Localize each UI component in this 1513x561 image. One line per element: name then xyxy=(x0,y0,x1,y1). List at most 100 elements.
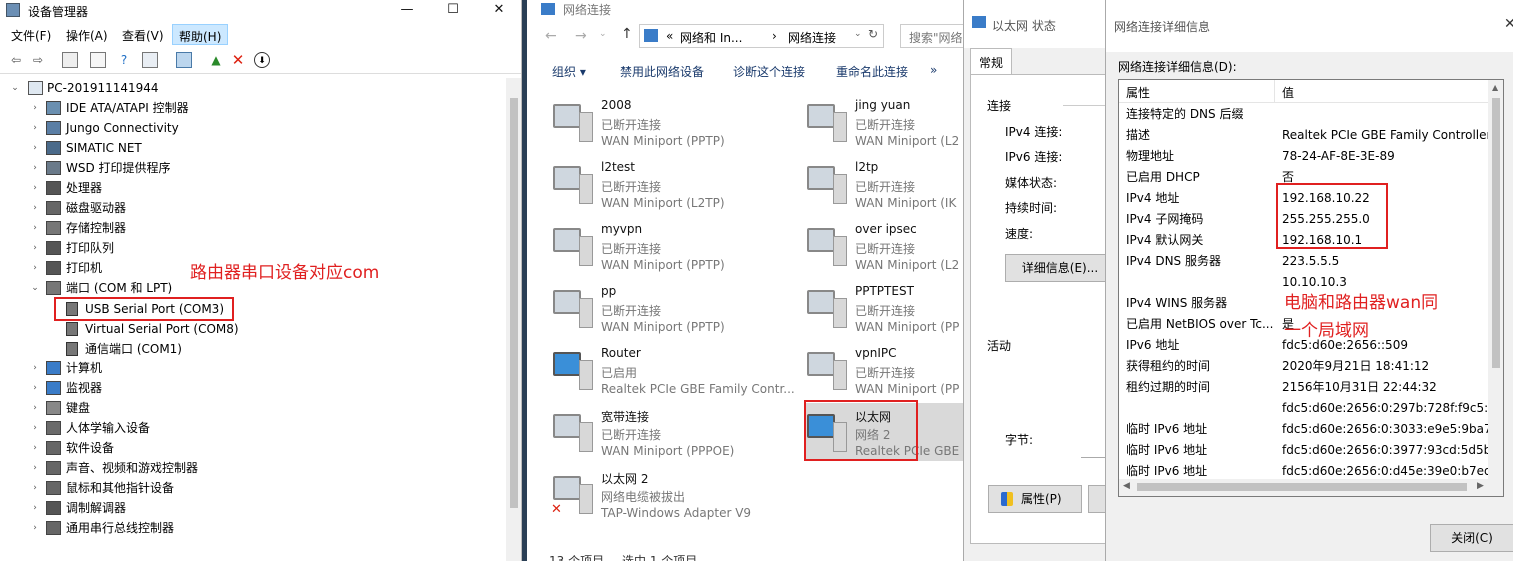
up-icon[interactable]: ↑ xyxy=(621,26,633,42)
tree-item-virtual-serial[interactable]: Virtual Serial Port (COM8) xyxy=(54,319,314,339)
breadcrumb-network-internet[interactable]: 网络和 In... xyxy=(680,29,742,46)
chevron-down-icon[interactable]: ⌄ xyxy=(10,78,20,98)
tree-category[interactable]: › WSD 打印提供程序 xyxy=(0,158,506,178)
scan-hardware-icon[interactable] xyxy=(176,52,192,68)
menu-file[interactable]: 文件(F) xyxy=(11,27,51,44)
tree-category[interactable]: › 鼠标和其他指针设备 xyxy=(0,478,506,498)
organize-button[interactable]: 组织 ▾ xyxy=(552,63,586,80)
chevron-right-icon[interactable]: › xyxy=(30,138,40,158)
chevron-right-icon[interactable]: › xyxy=(30,118,40,138)
chevron-right-icon[interactable]: › xyxy=(30,218,40,238)
tree-category[interactable]: › 声音、视频和游戏控制器 xyxy=(0,458,506,478)
view-icon[interactable] xyxy=(142,52,158,68)
network-connection-item[interactable]: pp 已断开连接 WAN Miniport (PPTP) xyxy=(551,282,801,342)
maximize-button[interactable]: ☐ xyxy=(430,0,476,22)
chevron-right-icon[interactable]: › xyxy=(30,258,40,278)
tree-category[interactable]: › 人体学输入设备 xyxy=(0,418,506,438)
column-header-value[interactable]: 值 xyxy=(1282,84,1294,101)
tab-general[interactable]: 常规 xyxy=(970,48,1012,74)
column-header-property[interactable]: 属性 xyxy=(1126,84,1150,101)
menu-view[interactable]: 查看(V) xyxy=(122,27,164,44)
scroll-up-icon[interactable]: ▲ xyxy=(1492,83,1498,92)
chevron-right-icon[interactable]: › xyxy=(30,98,40,118)
chevron-right-icon[interactable]: › xyxy=(30,498,40,518)
detail-row[interactable]: 获得租约的时间 2020年9月21日 18:41:12 xyxy=(1119,356,1489,377)
breadcrumb-network-connections[interactable]: 网络连接 xyxy=(788,29,836,46)
chevron-right-icon[interactable]: › xyxy=(30,178,40,198)
chevron-right-icon[interactable]: › xyxy=(30,158,40,178)
scrollbar-thumb[interactable] xyxy=(510,98,518,508)
detail-row[interactable]: 租约过期的时间 2156年10月31日 22:44:32 xyxy=(1119,377,1489,398)
detail-row[interactable]: 临时 IPv6 地址 fdc5:d60e:2656:0:3033:e9e5:9ba… xyxy=(1119,419,1503,440)
details-button[interactable]: 详细信息(E)... xyxy=(1005,254,1105,282)
network-connection-item[interactable]: l2test 已断开连接 WAN Miniport (L2TP) xyxy=(551,158,801,218)
close-button[interactable]: ✕ xyxy=(476,0,521,22)
column-divider[interactable] xyxy=(1274,80,1275,103)
close-button[interactable]: 关闭(C) xyxy=(1430,524,1513,552)
chevron-right-icon[interactable]: › xyxy=(30,398,40,418)
tree-root[interactable]: ⌄ PC-201911141944 xyxy=(0,78,506,98)
update-driver-icon[interactable]: ▲ xyxy=(208,52,224,68)
detail-row[interactable]: 物理地址 78-24-AF-8E-3E-89 xyxy=(1119,146,1489,167)
download-driver-icon[interactable]: ⬇ xyxy=(254,52,270,68)
chevron-down-icon[interactable]: ⌄ xyxy=(30,278,40,298)
properties-icon[interactable] xyxy=(62,52,78,68)
forward-icon[interactable]: → xyxy=(575,28,587,44)
network-connection-item[interactable]: jing yuan 已断开连接 WAN Miniport (L2 xyxy=(805,96,963,156)
tree-category[interactable]: › 存储控制器 xyxy=(0,218,506,238)
scroll-left-icon[interactable]: ◀ xyxy=(1123,481,1130,491)
chevron-right-icon[interactable]: › xyxy=(30,198,40,218)
network-connection-item[interactable]: 宽带连接 已断开连接 WAN Miniport (PPPOE) xyxy=(551,406,801,466)
network-connection-item[interactable]: PPTPTEST 已断开连接 WAN Miniport (PP xyxy=(805,282,963,342)
tree-category[interactable]: › 处理器 xyxy=(0,178,506,198)
tree-category[interactable]: › 打印队列 xyxy=(0,238,506,258)
detail-row[interactable]: 描述 Realtek PCIe GBE Family Controller xyxy=(1119,125,1491,146)
chevron-right-icon[interactable]: › xyxy=(30,458,40,478)
detail-row[interactable]: fdc5:d60e:2656:0:297b:728f:f9c5:6694 xyxy=(1119,398,1503,419)
tree-category[interactable]: › 通用串行总线控制器 xyxy=(0,518,506,538)
diagnose-button[interactable]: 诊断这个连接 xyxy=(733,63,805,80)
tree-category[interactable]: › 磁盘驱动器 xyxy=(0,198,506,218)
tree-category[interactable]: › 监视器 xyxy=(0,378,506,398)
close-icon[interactable]: ✕ xyxy=(1504,16,1513,32)
chevron-right-icon[interactable]: › xyxy=(30,358,40,378)
list-vertical-scrollbar[interactable]: ▲ xyxy=(1488,80,1503,479)
details-icon[interactable] xyxy=(90,52,106,68)
forward-icon[interactable]: ⇨ xyxy=(30,52,46,68)
chevron-right-icon[interactable]: › xyxy=(30,478,40,498)
recent-dropdown-icon[interactable]: ⌄ xyxy=(599,29,607,39)
tree-category[interactable]: › SIMATIC NET xyxy=(0,138,506,158)
properties-button[interactable]: 属性(P) xyxy=(988,485,1082,513)
tree-category[interactable]: › Jungo Connectivity xyxy=(0,118,506,138)
network-connection-item[interactable]: l2tp 已断开连接 WAN Miniport (IK xyxy=(805,158,963,218)
rename-button[interactable]: 重命名此连接 xyxy=(836,63,908,80)
disable-button[interactable] xyxy=(1088,485,1105,513)
address-bar[interactable]: « 网络和 In... › 网络连接 ⌄ ↻ xyxy=(639,24,884,48)
horizontal-scrollbar-thumb[interactable] xyxy=(1137,483,1467,491)
network-connection-item[interactable]: vpnIPC 已断开连接 WAN Miniport (PP xyxy=(805,344,963,404)
chevron-right-icon[interactable]: › xyxy=(30,418,40,438)
list-horizontal-scrollbar[interactable]: ◀ ▶ xyxy=(1119,479,1503,496)
back-icon[interactable]: ⇦ xyxy=(8,52,24,68)
tree-category[interactable]: › 计算机 xyxy=(0,358,506,378)
network-connection-item[interactable]: over ipsec 已断开连接 WAN Miniport (L2 xyxy=(805,220,963,280)
detail-row[interactable]: 连接特定的 DNS 后缀 xyxy=(1119,104,1489,125)
refresh-icon[interactable]: ↻ xyxy=(868,27,878,41)
network-connection-item[interactable]: ✕ 以太网 2 网络电缆被拔出 TAP-Windows Adapter V9 xyxy=(551,468,801,528)
help-icon[interactable]: ? xyxy=(116,52,132,68)
address-dropdown-icon[interactable]: ⌄ xyxy=(854,29,862,39)
chevron-right-icon[interactable]: › xyxy=(30,378,40,398)
network-connection-item[interactable]: Router 已启用 Realtek PCIe GBE Family Contr..… xyxy=(551,344,801,404)
menu-help[interactable]: 帮助(H) xyxy=(172,24,229,45)
search-box[interactable]: 搜索"网络 xyxy=(900,24,963,48)
detail-row[interactable]: 临时 IPv6 地址 fdc5:d60e:2656:0:3977:93cd:5d5… xyxy=(1119,440,1503,461)
more-commands-button[interactable]: » xyxy=(930,63,937,77)
tree-item-com1[interactable]: 通信端口 (COM1) xyxy=(54,339,314,359)
vertical-scrollbar[interactable] xyxy=(506,78,521,561)
chevron-right-icon[interactable]: › xyxy=(30,238,40,258)
menu-action[interactable]: 操作(A) xyxy=(66,27,108,44)
tree-category[interactable]: › 软件设备 xyxy=(0,438,506,458)
disable-device-button[interactable]: 禁用此网络设备 xyxy=(620,63,704,80)
network-connection-item[interactable]: myvpn 已断开连接 WAN Miniport (PPTP) xyxy=(551,220,801,280)
list-scrollbar-thumb[interactable] xyxy=(1492,98,1500,368)
